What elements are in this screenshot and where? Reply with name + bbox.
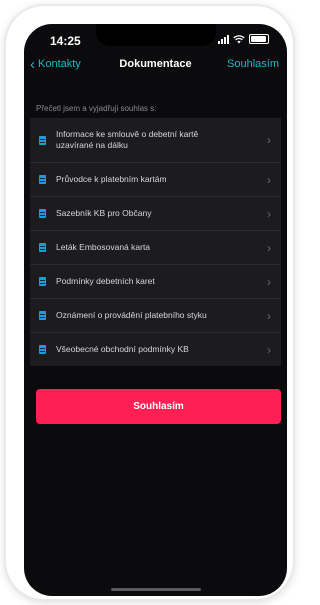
document-icon (39, 209, 46, 218)
list-item-document[interactable]: Všeobecné obchodní podmínky KB › (30, 333, 281, 366)
list-item-document[interactable]: Oznámení o provádění platebního styku › (30, 299, 281, 333)
chevron-right-icon: › (267, 240, 271, 255)
chevron-right-icon: › (267, 133, 271, 147)
document-icon (39, 243, 46, 252)
document-icon (39, 135, 46, 145)
document-icon (39, 175, 46, 184)
list-item-document[interactable]: Průvodce k platebním kartám › (30, 163, 281, 197)
list-item-document[interactable]: Informace ke smlouvě o debetní kartě uzav… (30, 118, 281, 163)
back-label: Kontakty (38, 58, 81, 70)
chevron-left-icon: ‹ (30, 55, 35, 73)
list-item-document[interactable]: Podmínky debetních karet › (30, 265, 281, 299)
back-button[interactable]: ‹ Kontakty (30, 55, 81, 73)
document-label: Všeobecné obchodní podmínky KB (56, 344, 189, 354)
chevron-right-icon: › (267, 172, 271, 187)
document-label: Průvodce k platebním kartám (56, 174, 167, 184)
agree-button[interactable]: Souhlasím (36, 389, 281, 424)
status-icons (218, 34, 269, 44)
chevron-right-icon: › (267, 274, 271, 289)
chevron-right-icon: › (267, 308, 271, 323)
document-label: Leták Embosovaná karta (56, 242, 151, 252)
document-icon (39, 345, 46, 354)
app-screen: 14:25 ‹ Kontakty Dokumentace Souhlasím P… (24, 24, 287, 596)
chevron-right-icon: › (267, 342, 271, 357)
list-item-document[interactable]: Leták Embosovaná karta › (30, 231, 281, 265)
document-label: Informace ke smlouvě o debetní kartě uzav… (56, 129, 199, 150)
agree-nav-button[interactable]: Souhlasím (227, 58, 279, 70)
document-icon (39, 311, 46, 320)
list-item-document[interactable]: Sazebník KB pro Občany › (30, 197, 281, 231)
document-label: Oznámení o provádění platebního styku (56, 310, 207, 320)
battery-icon (249, 34, 269, 44)
nav-bar: ‹ Kontakty Dokumentace Souhlasím (24, 54, 287, 76)
phone-frame: 14:25 ‹ Kontakty Dokumentace Souhlasím P… (6, 6, 293, 599)
section-header: Přečetl jsem a vyjadřuji souhlas s: (36, 104, 157, 113)
document-label: Sazebník KB pro Občany (56, 208, 152, 218)
wifi-icon (233, 34, 245, 43)
status-bar: 14:25 (24, 24, 287, 52)
status-time: 14:25 (50, 34, 81, 48)
signal-icon (218, 34, 229, 44)
document-list: Informace ke smlouvě o debetní kartě uzav… (30, 118, 281, 366)
document-label: Podmínky debetních karet (56, 276, 155, 286)
document-icon (39, 277, 46, 286)
home-indicator (110, 588, 201, 591)
chevron-right-icon: › (267, 206, 271, 221)
